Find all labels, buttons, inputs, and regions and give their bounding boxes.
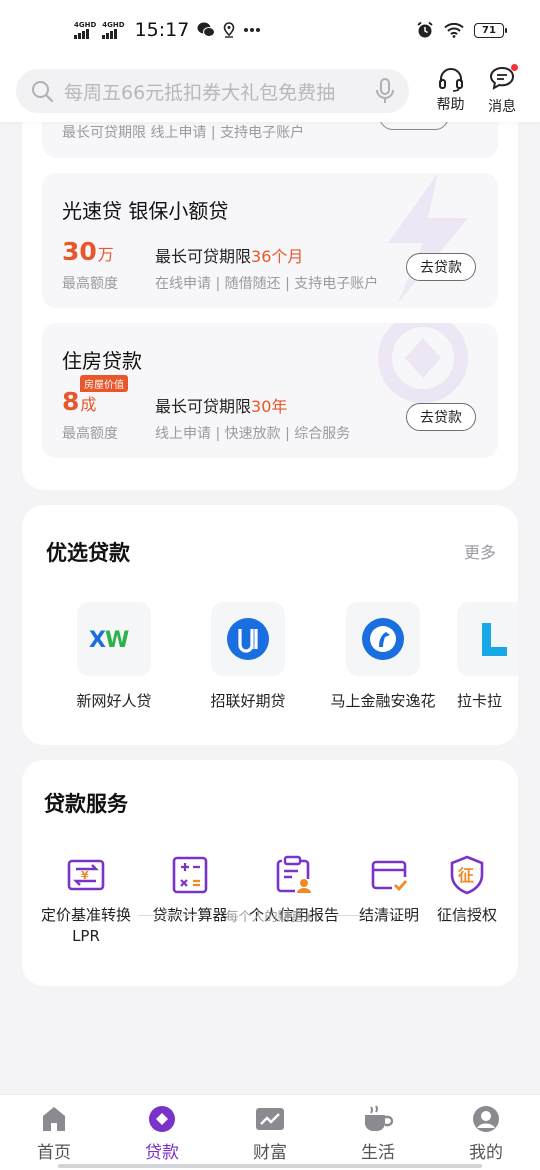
- lakala-logo-icon: [457, 602, 518, 676]
- loan-button-partial[interactable]: [379, 122, 449, 130]
- loan-amount: 8成: [62, 387, 97, 416]
- product-lakala[interactable]: 拉卡拉: [457, 602, 518, 711]
- preferred-loans-section: 优选贷款 更多 XW 新网好人贷 招联好期贷 马上金融安逸花 拉卡拉: [22, 505, 518, 745]
- loan-title: 光速贷 银保小额贷: [62, 199, 229, 223]
- signal-sim2-icon: 4GHD: [102, 21, 125, 39]
- more-dots-icon: [244, 28, 261, 32]
- divider: [137, 915, 206, 916]
- mashang-logo-icon: [346, 602, 420, 676]
- headset-icon: [438, 68, 463, 92]
- loan-amount-label: 最高额度: [62, 276, 118, 292]
- alarm-icon: [417, 21, 433, 38]
- rate-convert-icon: ¥: [67, 859, 105, 891]
- loan-services-section: 贷款服务 ¥ 定价基准转换 LPR 贷款计算器 个人信用报告 结清证明 征 征信授…: [22, 760, 518, 986]
- top-header: 每周五66元抵扣券大礼包免费抽 帮助 消息: [0, 60, 540, 122]
- notification-dot: [511, 64, 519, 71]
- loan-amount-label: 最高额度: [62, 426, 118, 442]
- message-button[interactable]: 消息: [480, 64, 524, 116]
- settlement-certificate-icon: [371, 860, 408, 892]
- product-name: 新网好人贷: [76, 692, 152, 710]
- profile-icon: [473, 1106, 499, 1132]
- bottom-tab-bar: 首页 贷款 财富 生活 我的: [0, 1094, 540, 1170]
- svg-text:X: X: [89, 628, 106, 653]
- loan-amount: 30万: [62, 237, 114, 266]
- more-link[interactable]: 更多: [464, 539, 496, 563]
- zhaolian-logo-icon: [211, 602, 285, 676]
- loan-products-card: 最长可贷期限 线上申请 | 支持电子账户 光速贷 银保小额贷 30万 最高额度 …: [22, 122, 518, 490]
- product-zhaolian[interactable]: 招联好期贷: [188, 602, 308, 711]
- loan-tags: 线上申请 | 快速放款 | 综合服务: [155, 426, 351, 442]
- loan-title: 住房贷款: [62, 349, 142, 373]
- tab-home[interactable]: 首页: [0, 1095, 108, 1170]
- loan-item-guangsu[interactable]: 光速贷 银保小额贷 30万 最高额度 最长可贷期限36个月 在线申请 | 随借随…: [42, 173, 498, 308]
- loan-term: 最长可贷期限36个月: [155, 247, 304, 266]
- message-label: 消息: [488, 99, 517, 115]
- location-icon: [224, 22, 235, 38]
- search-icon: [32, 81, 54, 103]
- wechat-icon: [197, 22, 216, 37]
- tab-profile[interactable]: 我的: [432, 1095, 540, 1170]
- svg-text:¥: ¥: [81, 869, 89, 882]
- tab-loan[interactable]: 贷款: [108, 1095, 216, 1170]
- help-label: 帮助: [436, 97, 465, 113]
- home-icon: [43, 1107, 65, 1131]
- product-name: 招联好期贷: [210, 692, 286, 710]
- xinwang-logo-icon: XW: [77, 602, 151, 676]
- loan-tags: 在线申请 | 随借随还 | 支持电子账户: [155, 276, 379, 292]
- divider: [334, 915, 403, 916]
- credit-authorization-icon: 征: [450, 855, 484, 895]
- svg-text:征: 征: [458, 866, 474, 885]
- help-button[interactable]: 帮助: [429, 68, 473, 114]
- tab-wealth[interactable]: 财富: [216, 1095, 324, 1170]
- product-name: 拉卡拉: [457, 692, 503, 710]
- loan-item-partial[interactable]: 最长可贷期限 线上申请 | 支持电子账户: [42, 122, 498, 158]
- section-title: 优选贷款: [46, 541, 130, 565]
- battery-indicator: 71: [474, 22, 507, 38]
- apply-loan-button[interactable]: 去贷款: [406, 253, 476, 281]
- wifi-icon: [444, 22, 464, 38]
- product-mashang[interactable]: 马上金融安逸花: [323, 602, 443, 711]
- svg-text:W: W: [105, 628, 129, 653]
- lightning-decoration-icon: [388, 173, 468, 303]
- product-xinwang[interactable]: XW 新网好人贷: [54, 602, 174, 711]
- search-input[interactable]: 每周五66元抵扣券大礼包免费抽: [64, 78, 375, 105]
- main-content: 最长可贷期限 线上申请 | 支持电子账户 光速贷 银保小额贷 30万 最高额度 …: [0, 122, 540, 986]
- loan-icon: [149, 1106, 175, 1132]
- loan-term: 最长可贷期限30年: [155, 397, 288, 416]
- search-bar[interactable]: 每周五66元抵扣券大礼包免费抽: [16, 69, 409, 113]
- service-lpr-convert[interactable]: ¥ 定价基准转换 LPR: [31, 855, 141, 947]
- status-bar: 4GHD 4GHD 15:17 71: [0, 0, 540, 60]
- credit-report-icon: [276, 855, 311, 893]
- footer-slogan: 每个人的财富+: [0, 906, 540, 925]
- home-indicator[interactable]: [58, 1164, 482, 1168]
- clock: 15:17: [134, 19, 190, 41]
- microphone-icon[interactable]: [375, 78, 395, 104]
- calculator-icon: [172, 856, 208, 894]
- apply-loan-button[interactable]: 去贷款: [406, 403, 476, 431]
- loan-item-housing[interactable]: 住房贷款 房屋价值 8成 最高额度 最长可贷期限30年 线上申请 | 快速放款 …: [42, 323, 498, 458]
- section-title: 贷款服务: [44, 792, 128, 816]
- tab-life[interactable]: 生活: [324, 1095, 432, 1170]
- signal-sim1-icon: 4GHD: [74, 21, 96, 39]
- wealth-icon: [256, 1108, 284, 1130]
- life-icon: [365, 1105, 394, 1131]
- product-name: 马上金融安逸花: [330, 692, 436, 710]
